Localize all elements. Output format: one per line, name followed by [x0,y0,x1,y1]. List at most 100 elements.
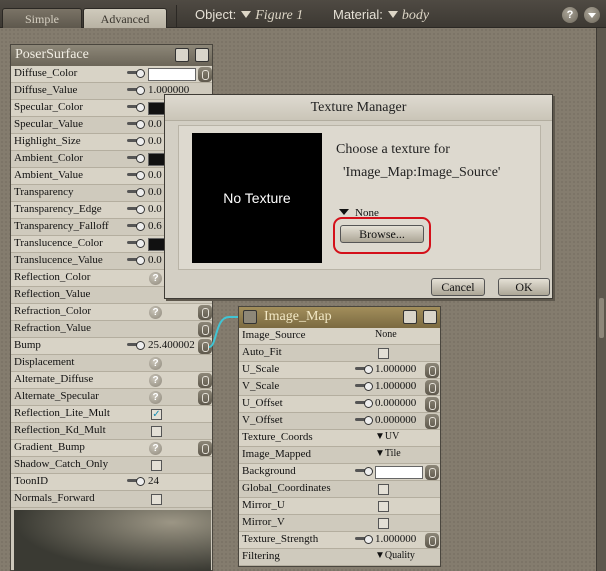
plug-icon[interactable] [425,363,439,378]
dial-icon[interactable] [127,154,145,163]
help-icon[interactable]: ? [149,391,162,404]
param-row[interactable]: Shadow_Catch_Only [11,457,212,474]
tab-simple[interactable]: Simple [2,8,82,28]
dial-icon[interactable] [127,477,145,486]
checkbox[interactable] [378,484,389,495]
plug-icon[interactable] [425,414,439,429]
param-row[interactable]: Reflection_Kd_Mult [11,423,212,440]
node-preview-icon[interactable] [195,48,209,62]
plug-icon[interactable] [198,441,212,456]
dial-icon[interactable] [355,467,373,476]
param-value[interactable]: 0.0 [148,118,162,130]
help-icon[interactable]: ? [149,442,162,455]
param-value[interactable]: 24 [148,475,159,487]
ok-button[interactable]: OK [498,278,550,296]
dial-icon[interactable] [127,103,145,112]
dial-icon[interactable] [355,416,373,425]
material-selector[interactable]: Material: body [333,7,429,24]
image-mapped-select[interactable]: ▼Tile [375,448,401,459]
param-row[interactable]: Refraction_Color? [11,304,212,321]
object-selector[interactable]: Object: Figure 1 [195,7,303,24]
dial-icon[interactable] [355,365,373,374]
param-value[interactable]: 1.000000 [375,363,416,375]
param-row[interactable]: Bump 25.400002 [11,338,212,355]
param-row[interactable]: Filtering ▼Quality [239,549,440,566]
param-row[interactable]: Texture_Strength 1.000000 [239,532,440,549]
param-value[interactable]: 0.0 [148,254,162,266]
image-source-value[interactable]: None [375,329,397,340]
dial-icon[interactable] [127,239,145,248]
checkbox[interactable] [151,426,162,437]
options-button[interactable] [584,7,600,23]
plug-icon[interactable] [425,533,439,548]
help-icon[interactable]: ? [149,357,162,370]
help-icon[interactable]: ? [149,374,162,387]
param-row[interactable]: Background [239,464,440,481]
dial-icon[interactable] [355,535,373,544]
help-icon[interactable]: ? [149,306,162,319]
param-value[interactable]: 0.0 [148,203,162,215]
param-value[interactable]: 0.000000 [375,414,416,426]
checkbox[interactable] [151,460,162,471]
param-row[interactable]: Alternate_Specular? [11,389,212,406]
dial-icon[interactable] [355,399,373,408]
param-row[interactable]: Alternate_Diffuse? [11,372,212,389]
param-value[interactable]: 25.400002 [148,339,198,351]
node-preview-icon[interactable] [423,310,437,324]
dial-icon[interactable] [127,188,145,197]
help-button[interactable]: ? [562,7,578,23]
param-value[interactable]: 0.6 [148,220,162,232]
help-icon[interactable]: ? [149,272,162,285]
cancel-button[interactable]: Cancel [431,278,485,296]
param-row[interactable]: Auto_Fit [239,345,440,362]
canvas-scrollbar[interactable] [596,28,606,571]
plug-icon[interactable] [425,465,439,480]
checkbox[interactable] [378,348,389,359]
param-row[interactable]: Image_Source None [239,328,440,345]
plug-icon[interactable] [198,67,212,82]
dial-icon[interactable] [127,137,145,146]
color-swatch[interactable] [375,466,423,479]
collapse-icon[interactable] [243,310,257,324]
param-row[interactable]: Texture_Coords ▼UV [239,430,440,447]
node-header[interactable]: Image_Map [239,307,440,328]
param-row[interactable]: Diffuse_Color [11,66,212,83]
dial-icon[interactable] [127,69,145,78]
param-row[interactable]: U_Offset 0.000000 [239,396,440,413]
param-row[interactable]: Displacement? [11,355,212,372]
param-value[interactable]: 1.000000 [375,380,416,392]
dial-icon[interactable] [127,205,145,214]
param-row[interactable]: Mirror_V [239,515,440,532]
param-row[interactable]: Mirror_U [239,498,440,515]
param-row[interactable]: ToonID 24 [11,474,212,491]
param-row[interactable]: Image_Mapped ▼Tile [239,447,440,464]
param-row[interactable]: V_Scale 1.000000 [239,379,440,396]
node-options-icon[interactable] [175,48,189,62]
checkbox[interactable] [151,494,162,505]
scrollbar-grip[interactable] [599,298,604,338]
param-row[interactable]: V_Offset 0.000000 [239,413,440,430]
param-value[interactable]: 0.0 [148,186,162,198]
dial-icon[interactable] [127,256,145,265]
param-row[interactable]: Refraction_Value [11,321,212,338]
color-swatch[interactable] [148,68,196,81]
param-row[interactable]: Normals_Forward [11,491,212,508]
checkbox-checked[interactable]: ✓ [151,409,162,420]
dial-icon[interactable] [127,341,145,350]
dial-icon[interactable] [355,382,373,391]
image-map-node[interactable]: Image_Map Image_Source None Auto_Fit U_Sc… [238,306,441,567]
plug-icon[interactable] [198,373,212,388]
param-value[interactable]: 0.0 [148,135,162,147]
plug-icon[interactable] [425,397,439,412]
browse-button[interactable]: Browse... [340,225,424,243]
texture-coords-select[interactable]: ▼UV [375,431,399,442]
checkbox[interactable] [378,501,389,512]
param-row[interactable]: Reflection_Lite_Mult ✓ [11,406,212,423]
dial-icon[interactable] [127,86,145,95]
tab-advanced[interactable]: Advanced [83,8,167,28]
node-options-icon[interactable] [403,310,417,324]
param-value[interactable]: 0.000000 [375,397,416,409]
param-row[interactable]: U_Scale 1.000000 [239,362,440,379]
dial-icon[interactable] [127,222,145,231]
dial-icon[interactable] [127,171,145,180]
